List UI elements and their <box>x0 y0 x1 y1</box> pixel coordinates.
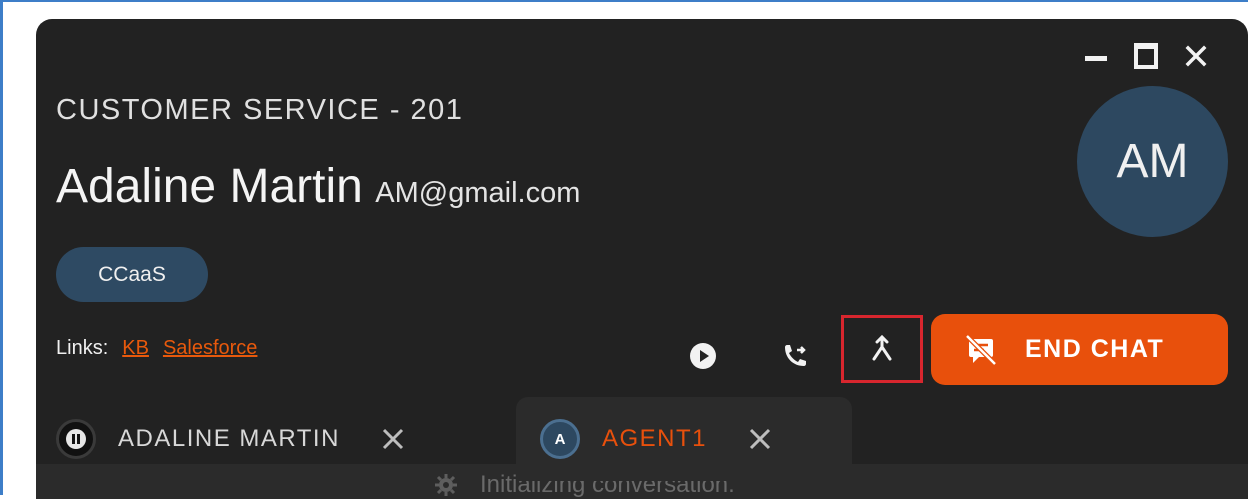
screenshot-frame: CUSTOMER SERVICE - 201 Adaline Martin AM… <box>0 0 1248 499</box>
link-kb[interactable]: KB <box>122 337 149 359</box>
tab-label-agent1: AGENT1 <box>602 425 708 452</box>
merge-button[interactable] <box>841 315 923 383</box>
transfer-call-button[interactable] <box>770 329 820 383</box>
chat-panel: CUSTOMER SERVICE - 201 Adaline Martin AM… <box>36 19 1248 499</box>
end-chat-button[interactable]: END CHAT <box>931 314 1228 385</box>
minimize-icon <box>1085 55 1107 61</box>
channel-tag: CCaaS <box>56 247 208 302</box>
pause-icon <box>66 429 86 449</box>
contact-email: AM@gmail.com <box>375 177 581 209</box>
tab-adaline-martin[interactable]: ADALINE MARTIN <box>56 397 496 481</box>
maximize-button[interactable] <box>1121 39 1171 73</box>
play-icon <box>690 343 716 369</box>
transfer-call-icon <box>785 345 806 366</box>
close-tab-icon[interactable] <box>747 426 773 452</box>
window-controls <box>1071 39 1221 73</box>
tab-agent1[interactable]: A AGENT1 <box>516 397 852 481</box>
close-tab-icon[interactable] <box>380 426 406 452</box>
maximize-icon <box>1134 43 1158 69</box>
close-icon <box>1185 45 1207 67</box>
end-chat-label: END CHAT <box>1025 335 1165 363</box>
contact-name: Adaline Martin <box>56 160 363 213</box>
contact-line: Adaline Martin AM@gmail.com <box>56 159 580 214</box>
merge-icon <box>872 335 892 361</box>
play-button[interactable] <box>678 329 728 383</box>
queue-title: CUSTOMER SERVICE - 201 <box>56 94 464 126</box>
link-salesforce[interactable]: Salesforce <box>163 337 258 359</box>
minimize-button[interactable] <box>1071 39 1121 73</box>
pause-badge <box>56 419 96 459</box>
conversation-tabs: ADALINE MARTIN A AGENT1 <box>36 397 1248 499</box>
links-label: Links: <box>56 337 109 359</box>
end-chat-icon <box>965 333 997 366</box>
tab-label-adaline-martin: ADALINE MARTIN <box>118 425 340 452</box>
close-button[interactable] <box>1171 39 1221 73</box>
agent-badge: A <box>540 419 580 459</box>
avatar: AM <box>1077 86 1228 237</box>
links-row: Links: KB Salesforce <box>56 337 257 360</box>
